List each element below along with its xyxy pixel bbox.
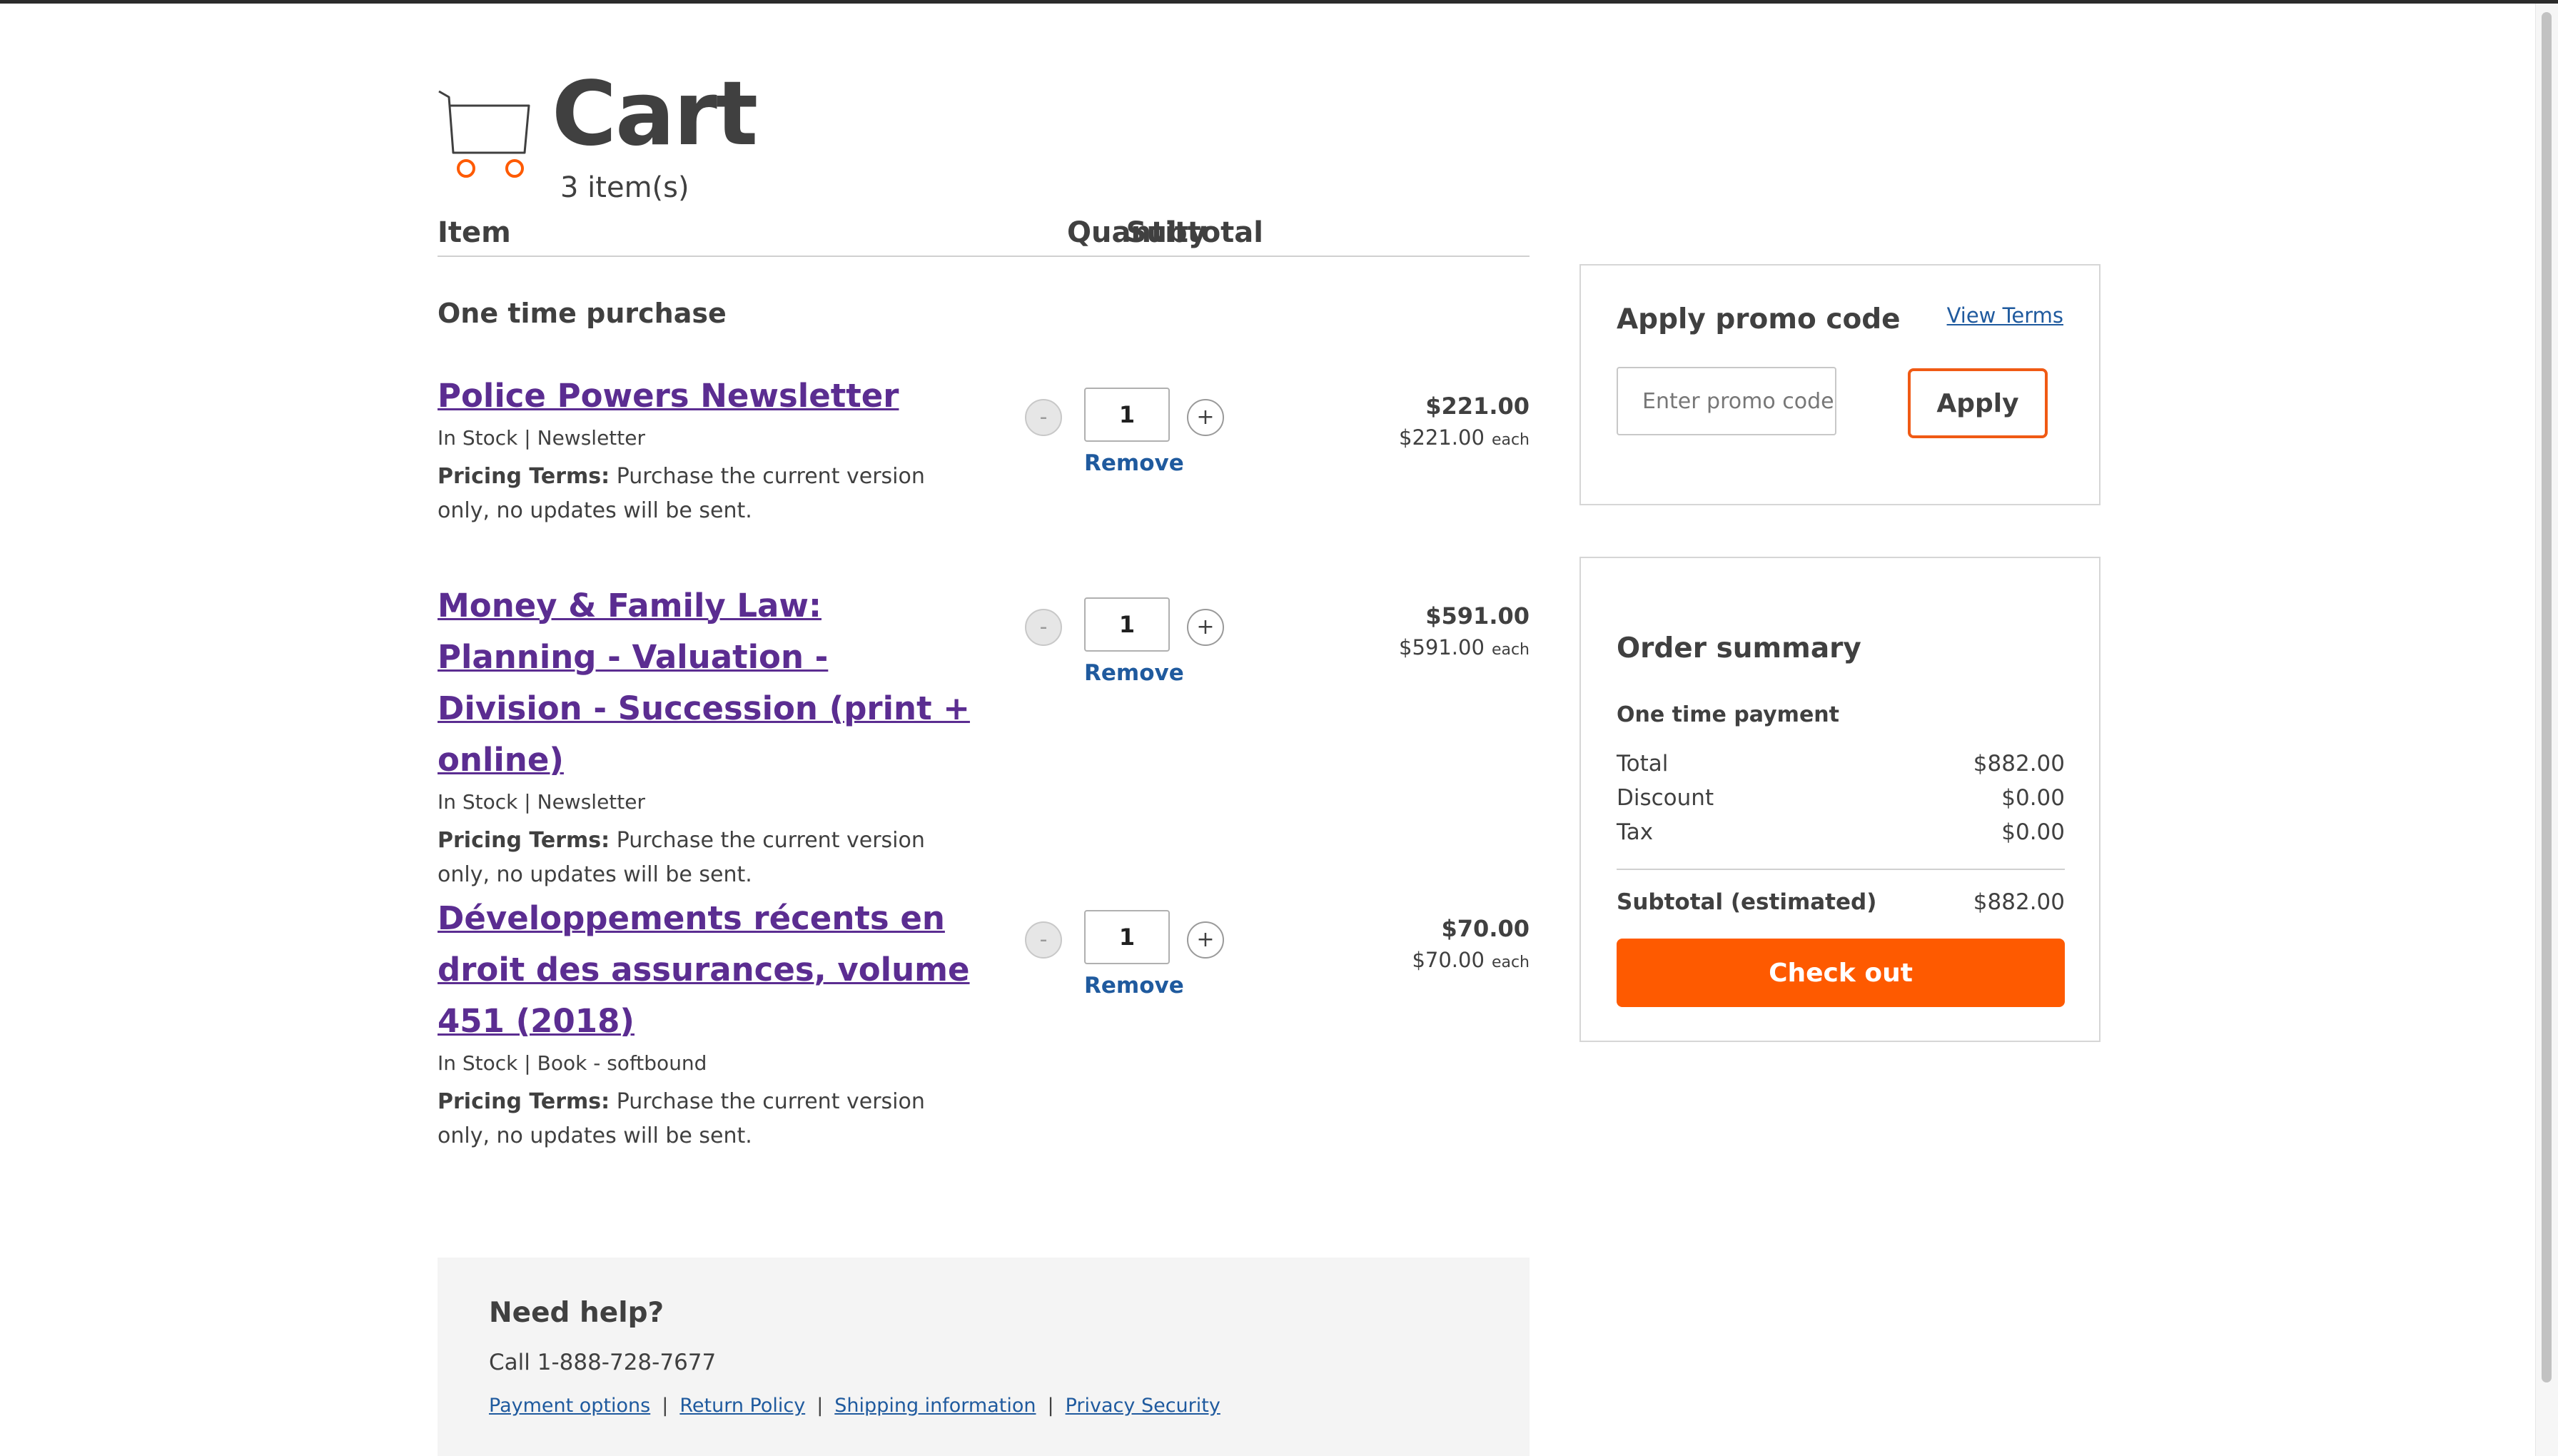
remove-item-button[interactable]: Remove: [1084, 450, 1184, 476]
shopping-cart-icon: [438, 90, 530, 178]
help-title: Need help?: [489, 1297, 664, 1329]
increase-quantity-button[interactable]: +: [1187, 609, 1224, 646]
quantity-stepper: - 1 + Remove: [1025, 388, 1232, 476]
cart-page: Cart 3 item(s) Item Quantity Subtotal On…: [438, 0, 2101, 1456]
item-unit-price: $591.00 each: [1399, 633, 1530, 664]
increase-quantity-button[interactable]: +: [1187, 921, 1224, 959]
pricing-terms-label: Pricing Terms:: [438, 464, 610, 489]
item-pricing-terms: Pricing Terms: Purchase the current vers…: [438, 824, 980, 892]
pricing-terms-label: Pricing Terms:: [438, 1089, 610, 1114]
scrollbar-thumb[interactable]: [2542, 12, 2552, 1382]
item-stock-type: In Stock | Newsletter: [438, 790, 645, 814]
quantity-input[interactable]: 1: [1084, 910, 1170, 964]
quantity-input[interactable]: 1: [1084, 388, 1170, 442]
promo-code-panel: Apply promo code View Terms Enter promo …: [1579, 264, 2101, 505]
decrease-quantity-button[interactable]: -: [1025, 609, 1062, 646]
item-subtotal: $221.00: [1425, 393, 1530, 420]
cart-item: Développements récents en droit des assu…: [438, 893, 1530, 1153]
checkout-button[interactable]: Check out: [1617, 939, 2065, 1007]
order-summary-title: Order summary: [1617, 632, 1861, 664]
item-unit-price: $221.00 each: [1399, 423, 1530, 455]
vertical-scrollbar[interactable]: [2535, 4, 2558, 1456]
pricing-terms-label: Pricing Terms:: [438, 828, 610, 853]
promo-panel-title: Apply promo code: [1617, 303, 1901, 335]
item-subtotal: $591.00: [1425, 602, 1530, 630]
cart-item-count: 3 item(s): [560, 171, 689, 204]
subtotal-value: $882.00: [1973, 889, 2065, 915]
item-stock-type: In Stock | Book - softbound: [438, 1051, 707, 1075]
item-stock-type: In Stock | Newsletter: [438, 426, 645, 450]
item-title-link[interactable]: Développements récents en droit des assu…: [438, 893, 980, 1047]
summary-row-discount: Discount $0.00: [1617, 785, 2065, 811]
remove-item-button[interactable]: Remove: [1084, 973, 1184, 999]
summary-value: $0.00: [2001, 819, 2065, 845]
item-price: $591.00 $591.00 each: [1399, 599, 1530, 664]
view-terms-link[interactable]: View Terms: [1947, 303, 2063, 328]
link-separator: |: [817, 1395, 824, 1417]
order-summary-panel: Order summary One time payment Total $88…: [1579, 557, 2101, 1042]
item-price: $221.00 $221.00 each: [1399, 389, 1530, 455]
item-price: $70.00 $70.00 each: [1412, 911, 1530, 977]
item-pricing-terms: Pricing Terms: Purchase the current vers…: [438, 460, 980, 528]
quantity-stepper: - 1 + Remove: [1025, 597, 1232, 686]
decrease-quantity-button[interactable]: -: [1025, 921, 1062, 959]
header-divider: [438, 256, 1530, 257]
return-policy-link[interactable]: Return Policy: [679, 1395, 805, 1417]
item-subtotal: $70.00: [1441, 915, 1530, 942]
summary-row-tax: Tax $0.00: [1617, 819, 2065, 845]
quantity-input[interactable]: 1: [1084, 597, 1170, 652]
summary-row-subtotal: Subtotal (estimated) $882.00: [1617, 889, 2065, 915]
remove-item-button[interactable]: Remove: [1084, 660, 1184, 686]
summary-label: Tax: [1617, 819, 1654, 845]
cart-item: Money & Family Law: Planning - Valuation…: [438, 580, 1530, 892]
privacy-security-link[interactable]: Privacy Security: [1066, 1395, 1220, 1417]
column-header-item: Item: [438, 216, 511, 249]
promo-code-input[interactable]: Enter promo code: [1617, 367, 1836, 435]
quantity-stepper: - 1 + Remove: [1025, 910, 1232, 999]
apply-promo-button[interactable]: Apply: [1908, 368, 2048, 438]
shipping-information-link[interactable]: Shipping information: [834, 1395, 1036, 1417]
item-unit-price: $70.00 each: [1412, 946, 1530, 977]
unit-price-value: $221.00: [1399, 425, 1485, 450]
unit-price-value: $70.00: [1412, 948, 1485, 972]
item-title-link[interactable]: Police Powers Newsletter: [438, 370, 980, 422]
subtotal-label: Subtotal (estimated): [1617, 889, 1877, 915]
summary-divider: [1617, 869, 2065, 870]
column-header-subtotal: Subtotal: [1126, 216, 1263, 249]
summary-value: $882.00: [1973, 751, 2065, 777]
unit-price-value: $591.00: [1399, 635, 1485, 659]
summary-row-total: Total $882.00: [1617, 751, 2065, 777]
payment-type-label: One time payment: [1617, 702, 1839, 727]
payment-options-link[interactable]: Payment options: [489, 1395, 650, 1417]
summary-label: Discount: [1617, 785, 1714, 811]
unit-price-each-label: each: [1491, 954, 1530, 971]
help-links: Payment options | Return Policy | Shippi…: [489, 1395, 1220, 1417]
link-separator: |: [662, 1395, 669, 1417]
help-phone: Call 1-888-728-7677: [489, 1350, 717, 1375]
increase-quantity-button[interactable]: +: [1187, 399, 1224, 436]
cart-item: Police Powers Newsletter In Stock | News…: [438, 370, 1530, 528]
summary-label: Total: [1617, 751, 1669, 777]
summary-value: $0.00: [2001, 785, 2065, 811]
section-label-one-time-purchase: One time purchase: [438, 298, 727, 329]
need-help-box: Need help? Call 1-888-728-7677 Payment o…: [438, 1258, 1530, 1456]
decrease-quantity-button[interactable]: -: [1025, 399, 1062, 436]
item-title-link[interactable]: Money & Family Law: Planning - Valuation…: [438, 580, 980, 786]
page-title: Cart: [552, 63, 758, 166]
unit-price-each-label: each: [1491, 641, 1530, 659]
link-separator: |: [1047, 1395, 1054, 1417]
item-pricing-terms: Pricing Terms: Purchase the current vers…: [438, 1085, 980, 1153]
unit-price-each-label: each: [1491, 431, 1530, 449]
